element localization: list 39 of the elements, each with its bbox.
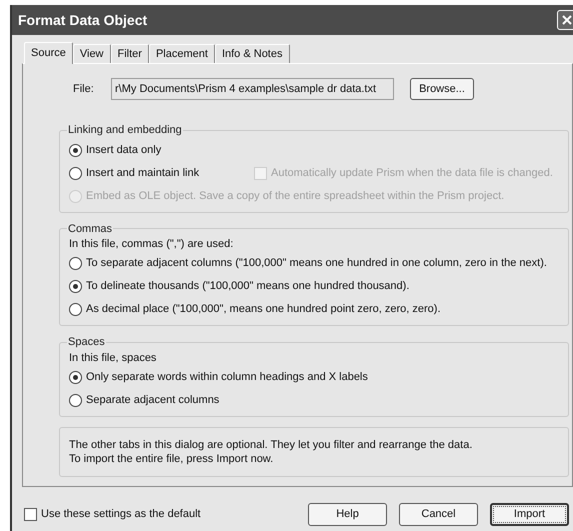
radio-button[interactable] [69, 144, 82, 156]
file-path-field: r\My Documents\Prism 4 examples\sample dr data.txt [111, 78, 394, 100]
radio-label: As decimal place ("100,000", means one hundred point zero, zero, zero). [86, 302, 441, 318]
checkbox-label: Automatically update Prism when the data file is changed. [271, 166, 553, 181]
radio-button[interactable] [69, 394, 82, 406]
group-title: Spaces [67, 335, 106, 350]
radio-label: To separate adjacent columns ("100,000" means one hundred in one column, zero in the next). [86, 256, 547, 272]
radio-label: To delineate thousands ("100,000" means one hundred thousand). [86, 279, 410, 294]
window-title: Format Data Object [18, 10, 148, 30]
group-description: In this file, commas (",") are used: [69, 237, 234, 251]
file-label: File: [72, 82, 95, 97]
tab[interactable]: Source [24, 42, 73, 64]
group-title: Linking and embedding [67, 123, 183, 138]
tab[interactable]: Info & Notes [214, 44, 290, 63]
close-icon [562, 15, 572, 25]
close-button[interactable] [557, 10, 573, 30]
radio-button[interactable] [69, 257, 82, 270]
group-description: In this file, spaces [69, 350, 158, 364]
radio-label: Separate adjacent columns [86, 392, 220, 408]
radio-label: Embed as OLE object. Save a copy of the entire spreadsheet within the Prism project. [86, 188, 504, 204]
dialog-button[interactable]: Import [490, 503, 569, 526]
note-text: To import the entire file, press Import now. [69, 452, 274, 466]
radio-label: Insert and maintain link [86, 166, 200, 181]
radio-button[interactable] [69, 280, 82, 293]
dialog-button[interactable]: Help [308, 503, 387, 526]
radio-button[interactable] [69, 370, 82, 384]
browse-button[interactable]: Browse... [410, 78, 474, 100]
note-text: The other tabs in this dialog are optional. They let you filter and rearrange the data. [69, 438, 474, 452]
dialog-button[interactable]: Cancel [399, 503, 478, 526]
tab[interactable]: Placement [148, 44, 215, 63]
radio-button[interactable] [69, 303, 82, 316]
tab[interactable]: View [72, 44, 111, 63]
tab[interactable]: Filter [110, 44, 149, 63]
group-title: Commas [67, 222, 114, 236]
checkbox[interactable] [24, 508, 37, 521]
radio-label: Insert data only [86, 142, 162, 158]
checkbox-label: Use these settings as the default [41, 507, 201, 522]
radio-label: Only separate words within column headings and X labels [86, 370, 368, 385]
radio-button[interactable] [69, 166, 82, 180]
